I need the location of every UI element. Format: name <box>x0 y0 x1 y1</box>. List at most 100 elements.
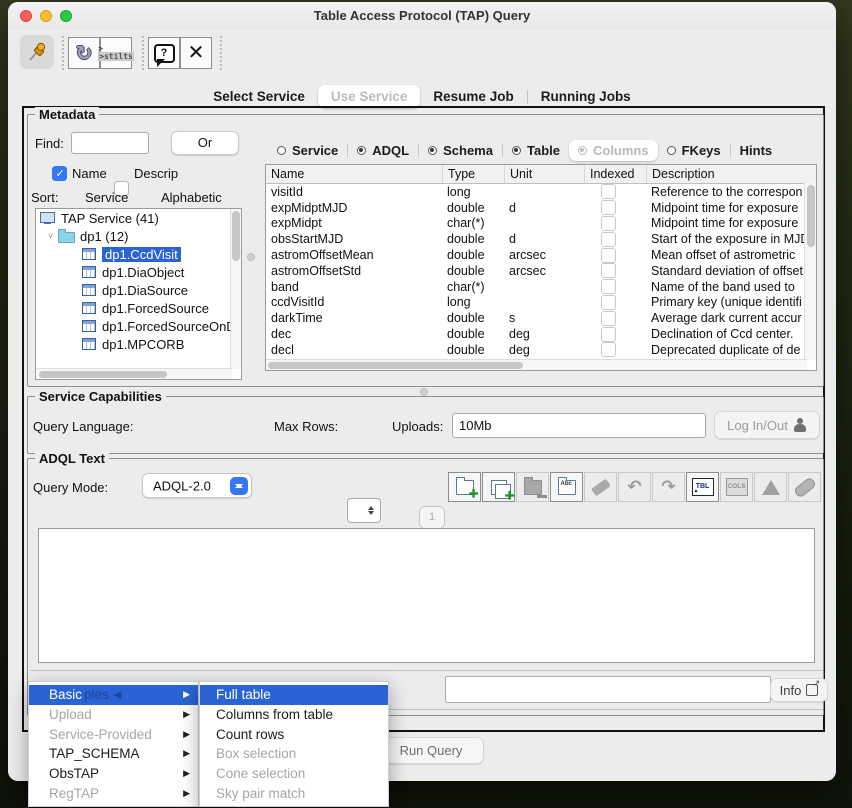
submenu-item-count-rows[interactable]: Count rows <box>200 724 388 744</box>
table-row[interactable]: decldoubledegDeprecated duplicate of de <box>266 342 816 358</box>
tab-running-jobs[interactable]: Running Jobs <box>528 85 644 108</box>
cell-description: Reference to the correspon <box>646 185 816 199</box>
or-button[interactable]: Or <box>171 131 239 155</box>
menu-item-upload[interactable]: Upload▶ <box>29 705 198 725</box>
table-row[interactable]: bandchar(*)Name of the band used to <box>266 279 816 295</box>
pin-window-button[interactable] <box>20 35 54 69</box>
submenu-item-cone-selection[interactable]: Cone selection <box>200 764 388 784</box>
table-row[interactable]: darkTimedoublesAverage dark current accu… <box>266 310 816 326</box>
tree-item-dp1-mpcorb[interactable]: dp1.MPCORB <box>36 335 241 353</box>
menu-item-regtap[interactable]: RegTAP▶ <box>29 783 198 803</box>
reload-button[interactable]: ↻ <box>68 37 100 69</box>
column-header-type[interactable]: Type <box>442 165 504 183</box>
name-checkbox[interactable] <box>52 166 67 181</box>
columns-hscrollbar[interactable] <box>266 359 807 370</box>
clear-text-button[interactable] <box>584 472 617 502</box>
cell-name: expMidpt <box>266 216 442 230</box>
panel-tab-schema[interactable]: Schema <box>419 140 502 161</box>
tree-item-dp1-ccdvisit[interactable]: dp1.CcdVisit <box>36 245 241 263</box>
tab-use-service[interactable]: Use Service <box>318 85 421 108</box>
submenu-item-full-table[interactable]: Full table <box>200 685 388 705</box>
adql-text-area[interactable] <box>38 528 815 663</box>
indexed-checkbox[interactable] <box>601 184 616 199</box>
menu-item-tap-schema[interactable]: TAP_SCHEMA▶ <box>29 744 198 764</box>
tree-item-tap-service-41[interactable]: TAP Service (41) <box>36 209 241 227</box>
indexed-checkbox[interactable] <box>601 232 616 247</box>
insert-columns-button[interactable]: COLS <box>720 472 753 502</box>
indexed-checkbox[interactable] <box>601 342 616 357</box>
split-divider-handle[interactable] <box>247 253 255 261</box>
panel-tab-hints[interactable]: Hints <box>731 140 782 161</box>
panel-tab-columns[interactable]: Columns <box>569 140 658 161</box>
remove-tab-button[interactable] <box>516 472 549 502</box>
table-row[interactable]: obsStartMJDdoubledStart of the exposure … <box>266 231 816 247</box>
columns-vscrollbar-thumb[interactable] <box>807 185 815 247</box>
copy-tab-button[interactable]: + <box>482 472 515 502</box>
run-query-button[interactable]: Run Query <box>378 737 484 764</box>
table-row[interactable]: astromOffsetMeandoublearcsecMean offset … <box>266 247 816 263</box>
table-row[interactable]: ccdVisitIdlongPrimary key (unique identi… <box>266 295 816 311</box>
info-button[interactable]: Info <box>770 678 828 702</box>
chevron-down-icon[interactable]: ˅ <box>48 231 58 241</box>
panel-tab-service[interactable]: Service <box>268 140 347 161</box>
uploads-field[interactable]: 10Mb <box>452 413 706 438</box>
tab-resume-job[interactable]: Resume Job <box>420 85 526 108</box>
submenu-item-columns-from-table[interactable]: Columns from table <box>200 705 388 725</box>
table-row[interactable]: expMidptchar(*)Midpoint time for exposur… <box>266 216 816 232</box>
undo-button[interactable]: ↶ <box>618 472 651 502</box>
tree-item-dp1-diasource[interactable]: dp1.DiaSource <box>36 281 241 299</box>
indexed-checkbox[interactable] <box>601 279 616 294</box>
tree-hscrollbar[interactable] <box>36 368 232 379</box>
columns-vscrollbar[interactable] <box>804 183 816 360</box>
indexed-checkbox[interactable] <box>601 295 616 310</box>
submenu-arrow-icon: ▶ <box>183 788 190 799</box>
panel-tab-table[interactable]: Table <box>503 140 569 161</box>
insert-table-button[interactable]: TBL▲ <box>686 472 719 502</box>
adql-sheet-tab[interactable]: 1 <box>419 506 445 529</box>
tree-item-dp1-forcedsourceond[interactable]: dp1.ForcedSourceOnD <box>36 317 241 335</box>
menu-item-service-provided[interactable]: Service-Provided▶ <box>29 724 198 744</box>
cell-indexed <box>584 279 646 294</box>
table-row[interactable]: visitIdlongReference to the correspon <box>266 184 816 200</box>
column-header-name[interactable]: Name <box>266 165 442 183</box>
help-button[interactable]: ? <box>148 37 180 69</box>
add-tab-button[interactable]: + <box>448 472 481 502</box>
indexed-checkbox[interactable] <box>601 216 616 231</box>
column-header-indexed[interactable]: Indexed <box>584 165 646 183</box>
column-header-unit[interactable]: Unit <box>504 165 584 183</box>
menu-item-basic[interactable]: Basicples◄▶ <box>29 685 198 705</box>
tree-item-dp1-forcedsource[interactable]: dp1.ForcedSource <box>36 299 241 317</box>
rename-tab-button[interactable]: Abc <box>550 472 583 502</box>
indexed-checkbox[interactable] <box>601 327 616 342</box>
tree-hscrollbar-thumb[interactable] <box>39 371 167 378</box>
menu-item-obstap[interactable]: ObsTAP▶ <box>29 764 198 784</box>
tab-select-service[interactable]: Select Service <box>200 85 318 108</box>
tree-vscrollbar[interactable] <box>230 209 241 369</box>
indexed-checkbox[interactable] <box>601 311 616 326</box>
panel-tab-fkeys[interactable]: FKeys <box>658 140 730 161</box>
columns-hscrollbar-thumb[interactable] <box>268 362 523 369</box>
submenu-item-box-selection[interactable]: Box selection <box>200 744 388 764</box>
submenu-item-sky-pair-match[interactable]: Sky pair match <box>200 783 388 803</box>
fixup-button[interactable] <box>788 472 821 502</box>
redo-button[interactable]: ↷ <box>652 472 685 502</box>
column-header-description[interactable]: Description <box>646 165 816 183</box>
login-logout-button[interactable]: Log In/Out <box>714 411 820 439</box>
tree-item-dp1-12[interactable]: ˅dp1 (12) <box>36 227 241 245</box>
stilts-button[interactable]: > >stilts <box>100 37 132 69</box>
table-row[interactable]: decdoubledegDeclination of Ccd center. <box>266 326 816 342</box>
close-dialog-button[interactable]: ✕ <box>180 37 212 69</box>
table-row[interactable]: astromOffsetStddoublearcsecStandard devi… <box>266 263 816 279</box>
tree-item-dp1-diaobject[interactable]: dp1.DiaObject <box>36 263 241 281</box>
panel-tab-adql[interactable]: ADQL <box>348 140 418 161</box>
example-description-field[interactable] <box>445 676 771 703</box>
table-row[interactable]: expMidptMJDdoubledMidpoint time for expo… <box>266 200 816 216</box>
split-divider-handle-2[interactable] <box>420 388 428 396</box>
indexed-checkbox[interactable] <box>601 248 616 263</box>
parse-error-button[interactable] <box>754 472 787 502</box>
indexed-checkbox[interactable] <box>601 263 616 278</box>
descrip-checkbox-label: Descrip <box>134 166 178 181</box>
tree-vscrollbar-thumb[interactable] <box>232 211 240 261</box>
find-input[interactable] <box>71 132 149 154</box>
indexed-checkbox[interactable] <box>601 200 616 215</box>
